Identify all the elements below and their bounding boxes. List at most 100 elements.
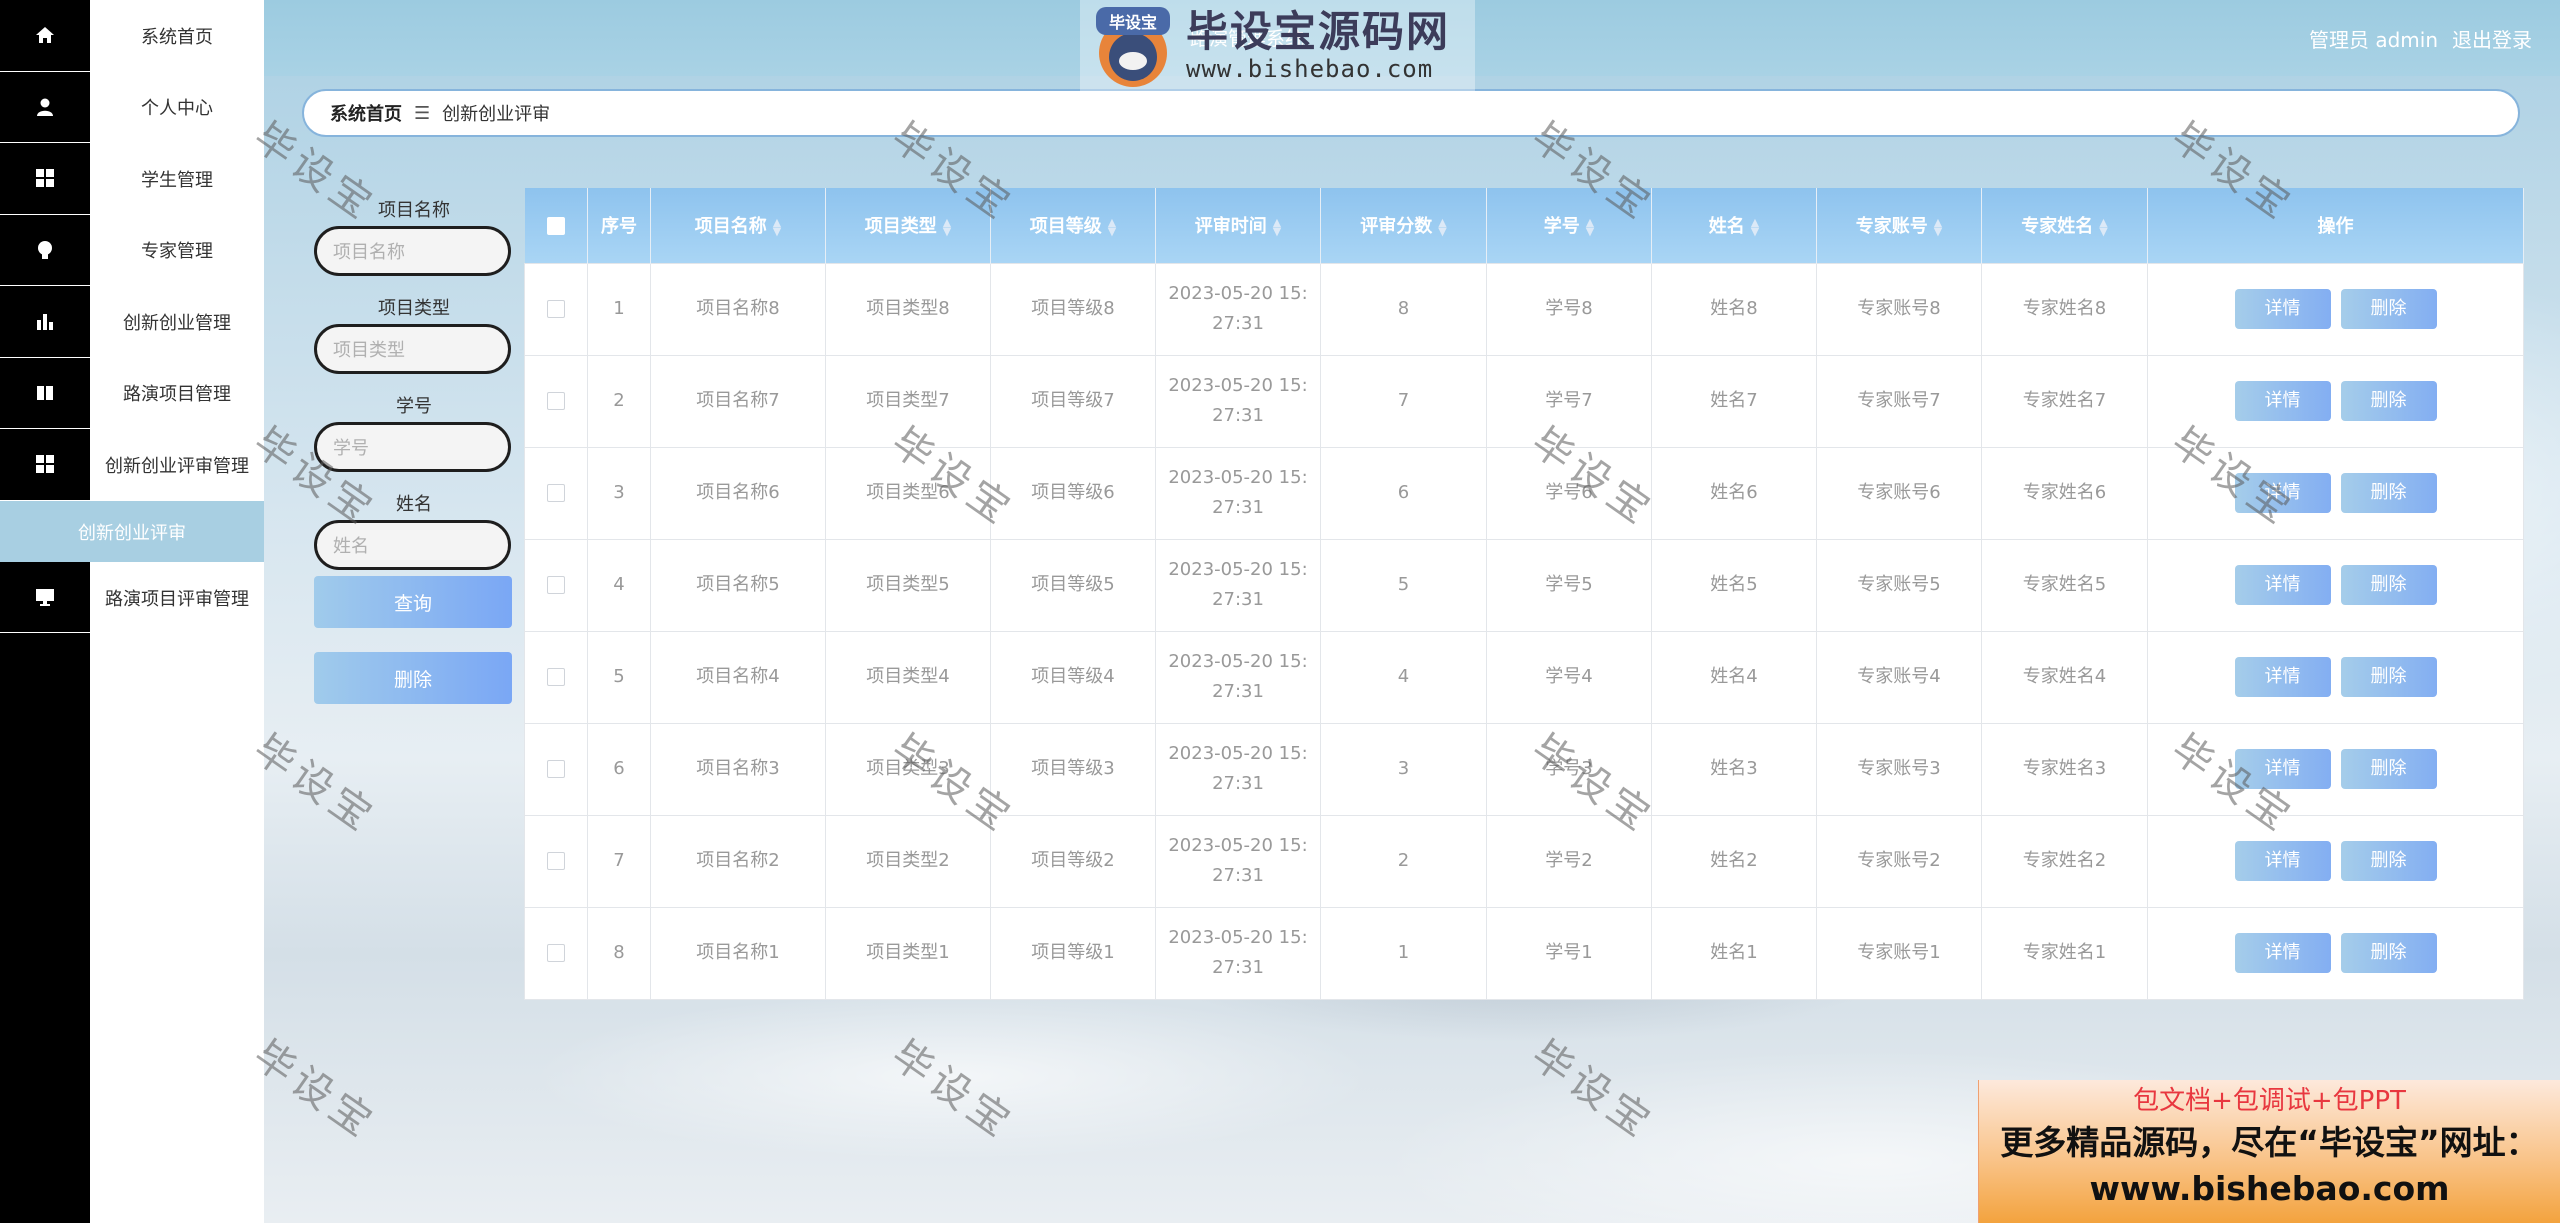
sort-icon[interactable]: ▲ ▼ xyxy=(1934,217,1942,237)
project-type-input[interactable]: 项目类型 xyxy=(314,324,511,374)
delete-button[interactable]: 删除 xyxy=(2340,289,2437,329)
detail-button[interactable]: 详情 xyxy=(2234,933,2331,973)
sidebar-item-roadshow-review[interactable]: 路演项目评审管理 xyxy=(90,562,264,634)
sort-icon[interactable]: ▲ ▼ xyxy=(1751,217,1759,237)
col-review-time[interactable]: 评审时间 ▲ ▼ xyxy=(1155,188,1321,263)
checkbox[interactable] xyxy=(547,392,565,410)
monitor-icon[interactable] xyxy=(0,562,90,633)
table-row[interactable]: 1 项目名称8 项目类型8 项目等级8 2023-05-20 15:27:31 8 学号8 姓… xyxy=(524,262,2524,356)
table-row[interactable]: 4 项目名称5 项目类型5 项目等级5 2023-05-20 15:27:31 5 学号5 姓… xyxy=(524,538,2524,632)
checkbox[interactable] xyxy=(547,944,565,962)
sidebar-item-innovation[interactable]: 创新创业管理 xyxy=(90,286,264,358)
table-row[interactable]: 7 项目名称2 项目类型2 项目等级2 2023-05-20 15:27:31 2 学号2 姓… xyxy=(524,814,2524,908)
sort-icon[interactable]: ▲ ▼ xyxy=(943,217,951,237)
col-name[interactable]: 姓名 ▲ ▼ xyxy=(1651,188,1817,263)
select-all-checkbox[interactable] xyxy=(524,188,588,263)
sidebar-item-home[interactable]: 系统首页 xyxy=(90,0,264,72)
query-button[interactable]: 查询 xyxy=(314,576,512,628)
delete-button[interactable]: 删除 xyxy=(2340,933,2437,973)
cell-review-time: 2023-05-20 15:27:31 xyxy=(1155,630,1321,724)
checkbox[interactable] xyxy=(547,668,565,686)
sort-icon[interactable]: ▲ ▼ xyxy=(1586,217,1594,237)
delete-button[interactable]: 删除 xyxy=(2340,473,2437,513)
logout-link[interactable]: 退出登录 xyxy=(2452,24,2532,53)
col-expert-account[interactable]: 专家账号 ▲ ▼ xyxy=(1816,188,1982,263)
cell-no: 4 xyxy=(587,538,651,632)
col-review-time-label: 评审时间 xyxy=(1194,216,1267,238)
col-project-type[interactable]: 项目类型 ▲ ▼ xyxy=(825,188,991,263)
detail-button[interactable]: 详情 xyxy=(2234,749,2331,789)
sort-icon[interactable]: ▲ ▼ xyxy=(1108,217,1116,237)
sidebar-item-experts[interactable]: 专家管理 xyxy=(90,215,264,287)
detail-button[interactable]: 详情 xyxy=(2234,289,2331,329)
delete-button[interactable]: 删除 xyxy=(2340,565,2437,605)
row-checkbox[interactable] xyxy=(524,538,588,632)
col-expert-name[interactable]: 专家姓名 ▲ ▼ xyxy=(1981,188,2148,263)
detail-button[interactable]: 详情 xyxy=(2234,657,2331,697)
row-checkbox[interactable] xyxy=(524,722,588,816)
checkbox[interactable] xyxy=(547,484,565,502)
checkbox[interactable] xyxy=(547,576,565,594)
sidebar-item-innovation-review[interactable]: 创新创业评审管理 xyxy=(90,429,264,501)
grid-icon[interactable] xyxy=(0,143,90,215)
table-row[interactable]: 3 项目名称6 项目类型6 项目等级6 2023-05-20 15:27:31 6 学号6 姓… xyxy=(524,446,2524,540)
promo-url[interactable]: www.bishebao.com xyxy=(1979,1166,2560,1212)
cell-expert-name: 专家姓名3 xyxy=(1981,722,2148,816)
row-checkbox[interactable] xyxy=(524,814,588,908)
delete-button[interactable]: 删除 xyxy=(2340,841,2437,881)
col-project-name[interactable]: 项目名称 ▲ ▼ xyxy=(650,188,826,263)
col-review-score[interactable]: 评审分数 ▲ ▼ xyxy=(1320,188,1487,263)
user-icon[interactable] xyxy=(0,72,90,143)
detail-button[interactable]: 详情 xyxy=(2234,565,2331,605)
bulb-icon[interactable] xyxy=(0,215,90,286)
detail-button[interactable]: 详情 xyxy=(2234,841,2331,881)
book-icon[interactable] xyxy=(0,358,90,429)
sidebar-subitem-innovation-review-active[interactable]: 创新创业评审 xyxy=(0,501,264,562)
cell-project-name: 项目名称5 xyxy=(650,538,826,632)
bar-chart-icon[interactable] xyxy=(0,286,90,358)
table-row[interactable]: 5 项目名称4 项目类型4 项目等级4 2023-05-20 15:27:31 4 学号4 姓… xyxy=(524,630,2524,724)
home-icon[interactable] xyxy=(0,0,90,72)
cell-no: 2 xyxy=(587,354,651,448)
project-name-input[interactable]: 项目名称 xyxy=(314,226,511,276)
checkbox[interactable] xyxy=(547,300,565,318)
sidebar-item-students[interactable]: 学生管理 xyxy=(90,143,264,215)
cell-project-type: 项目类型5 xyxy=(825,538,991,632)
sort-icon[interactable]: ▲ ▼ xyxy=(773,217,781,237)
batch-delete-button[interactable]: 删除 xyxy=(314,652,512,704)
row-checkbox[interactable] xyxy=(524,354,588,448)
col-project-type-label: 项目类型 xyxy=(864,216,937,238)
cell-actions: 详情 删除 xyxy=(2147,262,2524,356)
name-input[interactable]: 姓名 xyxy=(314,520,511,570)
sort-icon[interactable]: ▲ ▼ xyxy=(2099,217,2107,237)
cell-name: 姓名2 xyxy=(1651,814,1817,908)
checkbox[interactable] xyxy=(547,852,565,870)
cell-review-time: 2023-05-20 15:27:31 xyxy=(1155,262,1321,356)
cell-name: 姓名7 xyxy=(1651,354,1817,448)
row-checkbox[interactable] xyxy=(524,906,588,1000)
row-checkbox[interactable] xyxy=(524,446,588,540)
sidebar-item-roadshow[interactable]: 路演项目管理 xyxy=(90,358,264,430)
detail-button[interactable]: 详情 xyxy=(2234,381,2331,421)
table-row[interactable]: 6 项目名称3 项目类型3 项目等级3 2023-05-20 15:27:31 3 学号3 姓… xyxy=(524,722,2524,816)
cell-name: 姓名8 xyxy=(1651,262,1817,356)
col-student-id[interactable]: 学号 ▲ ▼ xyxy=(1486,188,1652,263)
sort-icon[interactable]: ▲ ▼ xyxy=(1273,217,1281,237)
delete-button[interactable]: 删除 xyxy=(2340,749,2437,789)
row-checkbox[interactable] xyxy=(524,630,588,724)
detail-button[interactable]: 详情 xyxy=(2234,473,2331,513)
table-row[interactable]: 2 项目名称7 项目类型7 项目等级7 2023-05-20 15:27:31 7 学号7 姓… xyxy=(524,354,2524,448)
col-project-level[interactable]: 项目等级 ▲ ▼ xyxy=(990,188,1156,263)
student-id-input[interactable]: 学号 xyxy=(314,422,511,472)
cell-name: 姓名4 xyxy=(1651,630,1817,724)
row-checkbox[interactable] xyxy=(524,262,588,356)
sort-icon[interactable]: ▲ ▼ xyxy=(1438,217,1446,237)
cell-student-id: 学号3 xyxy=(1486,722,1652,816)
sidebar-item-profile[interactable]: 个人中心 xyxy=(90,72,264,144)
delete-button[interactable]: 删除 xyxy=(2340,657,2437,697)
checkbox[interactable] xyxy=(547,760,565,778)
table-row[interactable]: 8 项目名称1 项目类型1 项目等级1 2023-05-20 15:27:31 1 学号1 姓… xyxy=(524,906,2524,1000)
breadcrumb-home[interactable]: 系统首页 xyxy=(330,100,402,126)
grid-icon[interactable] xyxy=(0,429,90,501)
delete-button[interactable]: 删除 xyxy=(2340,381,2437,421)
